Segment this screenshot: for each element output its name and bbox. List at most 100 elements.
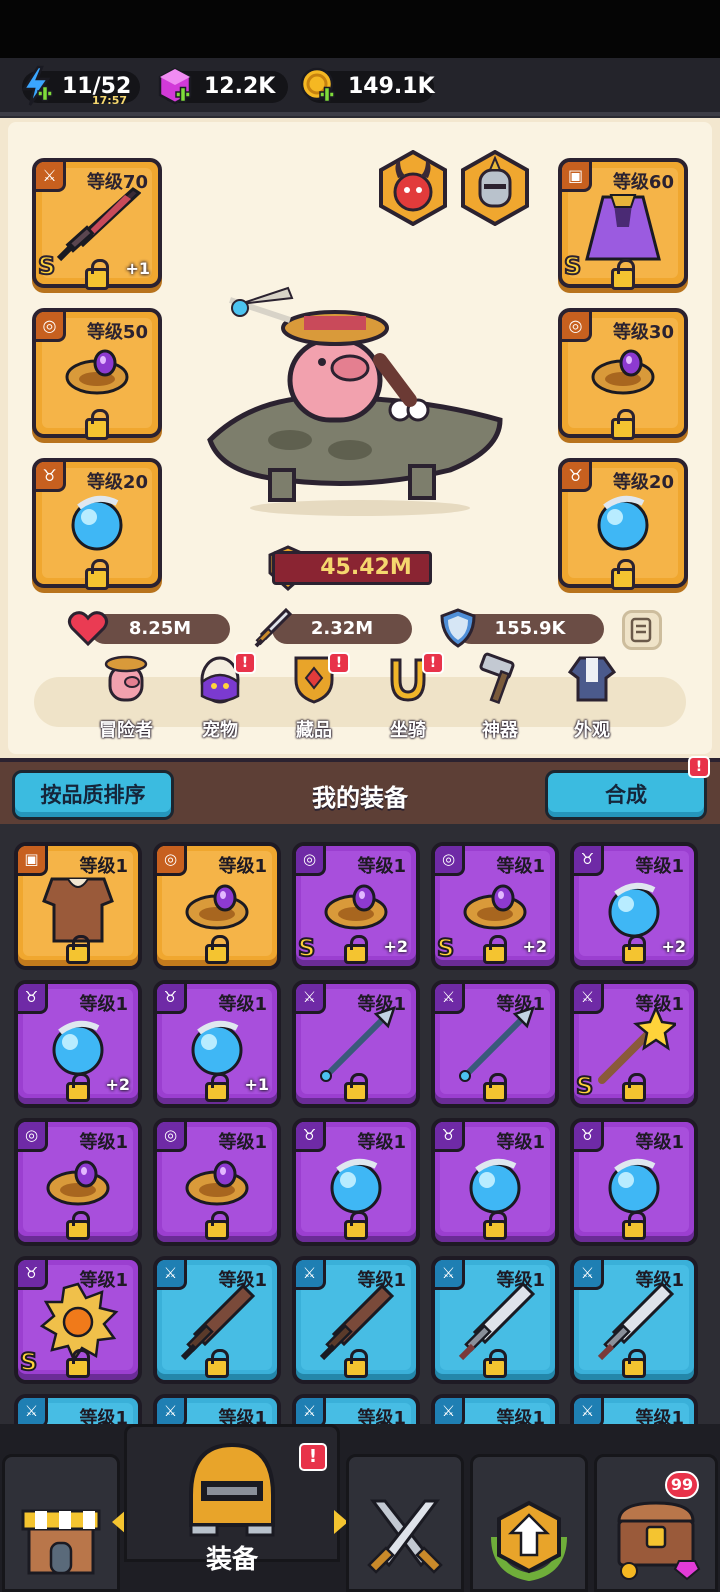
upgrade-level: +2 [383,937,408,956]
item-level: 等级1 [496,856,545,877]
ring-icon [181,882,253,938]
rank-badge: S [575,1071,594,1101]
lock-icon [205,935,229,964]
tab-upgrade[interactable] [470,1454,588,1592]
item-level: 等级1 [357,856,406,877]
lock-icon [344,1073,368,1102]
tab-equipment[interactable]: ! 装备 [124,1424,340,1575]
inventory-item[interactable]: ⚔ 等级1 [570,1394,698,1424]
tab-chest[interactable]: 99 [594,1454,718,1592]
combat-power-value: 45.42M [272,551,432,585]
inventory-item[interactable]: ⚔ 等级1 [292,980,420,1108]
inventory-item[interactable]: ⚔ 等级1 S [570,980,698,1108]
dark-sword-icon [56,187,141,262]
ring-type-icon: ◎ [36,312,66,342]
nav-label: 坐骑 [390,720,426,741]
lock-icon [344,935,368,964]
inventory-item[interactable]: ♉ 等级1 S [14,1256,142,1384]
demon-companion-icon[interactable] [378,150,448,226]
inventory-item[interactable]: ◎ 等级1 [14,1118,142,1246]
inventory-item[interactable]: ♉ 等级1 [292,1118,420,1246]
inventory-item[interactable]: ⚔ 等级1 [570,1256,698,1384]
inventory-item[interactable]: ▣ 等级1 [14,842,142,970]
tab-equipment-label: 装备 [205,1545,258,1575]
inventory-item[interactable]: ⚔ 等级1 [431,1394,559,1424]
equip-slot-necklace-left[interactable]: ♉ 等级20 [32,458,162,590]
ring-icon [320,882,392,938]
rank-badge: S [37,251,56,281]
inventory-item[interactable]: ⚔ 等级1 [14,1394,142,1424]
cape-icon [585,194,661,261]
inventory-item[interactable]: ◎ 等级1 [153,842,281,970]
lock-icon [622,935,646,964]
orb-icon [463,1152,527,1220]
item-level: 等级1 [496,1132,545,1153]
details-button[interactable] [622,610,662,650]
gold-value: 149.1K [348,74,435,99]
merge-alert-badge: ! [688,756,710,778]
inventory-item[interactable]: ◎ 等级1 [153,1118,281,1246]
item-type-icon: ♉ [435,1122,465,1152]
nav-mount[interactable]: ! 坐骑 [370,652,446,741]
inventory-item[interactable]: ◎ 等级1 S +2 [431,842,559,970]
alert-badge: ! [422,652,444,674]
item-type-icon: ♉ [574,846,604,876]
nav-adventurer[interactable]: 冒险者 [88,652,164,741]
inventory-item[interactable]: ⚔ 等级1 [292,1256,420,1384]
system-status-bar [0,0,720,58]
energy-counter[interactable]: 11/52 17:57 [21,65,140,107]
tab-shop[interactable] [2,1454,120,1592]
ring-icon [459,882,531,938]
inventory-item[interactable]: ⚔ 等级1 [431,980,559,1108]
equip-slot-ring-right[interactable]: ◎ 等级30 [558,308,688,440]
game-screen: 11/52 17:57 12.2K 149.1K ⚔ 等级70 S +1 ◎ 等… [0,0,720,1592]
slot-level: 等级50 [86,322,148,343]
item-level: 等级1 [79,1132,128,1153]
inventory-item[interactable]: ⚔ 等级1 [153,1394,281,1424]
ring-icon [181,1158,253,1214]
inventory-item[interactable]: ⚔ 等级1 [431,1256,559,1384]
gold-coin-icon [300,67,335,103]
inventory-item[interactable]: ⚔ 等级1 [153,1256,281,1384]
item-type-icon: ◎ [435,846,465,876]
nav-label: 冒险者 [99,720,153,741]
inventory-item[interactable]: ♉ 等级1 [431,1118,559,1246]
equip-slot-necklace-right[interactable]: ♉ 等级20 [558,458,688,590]
gold-counter[interactable]: 149.1K [300,67,435,103]
item-type-icon: ♉ [18,984,48,1014]
hammer-icon [479,652,515,704]
inventory-item[interactable]: ◎ 等级1 S +2 [292,842,420,970]
lock-icon [205,1211,229,1240]
lock-icon [622,1349,646,1378]
nav-collection[interactable]: ! 藏品 [276,652,352,741]
lock-icon [66,1211,90,1240]
inventory-item[interactable]: ♉ 等级1 [570,1118,698,1246]
equip-slot-ring-left[interactable]: ◎ 等级50 [32,308,162,440]
inventory-item[interactable]: ♉ 等级1 +2 [570,842,698,970]
lock-icon [483,1211,507,1240]
necklace-type-icon: ♉ [36,462,66,492]
nav-appearance[interactable]: 外观 [554,652,630,741]
inventory-item[interactable]: ♉ 等级1 +1 [153,980,281,1108]
equip-slot-weapon[interactable]: ⚔ 等级70 S +1 [32,158,162,290]
tab-battle[interactable] [346,1454,464,1592]
lock-icon [205,1349,229,1378]
item-type-icon: ◎ [157,1122,187,1152]
inventory-item[interactable]: ⚔ 等级1 [292,1394,420,1424]
nav-pet[interactable]: ! 宠物 [182,652,258,741]
equip-slot-armor[interactable]: ▣ 等级60 S [558,158,688,290]
equipment-alert-badge: ! [299,1443,327,1471]
gem-counter[interactable]: 12.2K [158,67,288,105]
lock-icon [85,559,109,590]
nav-artifact[interactable]: 神器 [462,652,538,741]
item-level: 等级1 [218,856,267,877]
inventory-item[interactable]: ♉ 等级1 +2 [14,980,142,1108]
rank-badge: S [563,251,582,281]
lock-icon [205,1073,229,1102]
knight-companion-icon[interactable] [460,150,530,226]
merge-button[interactable]: 合成 [545,770,707,820]
nav-label: 宠物 [202,720,238,741]
helmet-icon [189,1442,275,1537]
gem-icon [158,67,192,105]
orb-icon [185,1014,249,1082]
